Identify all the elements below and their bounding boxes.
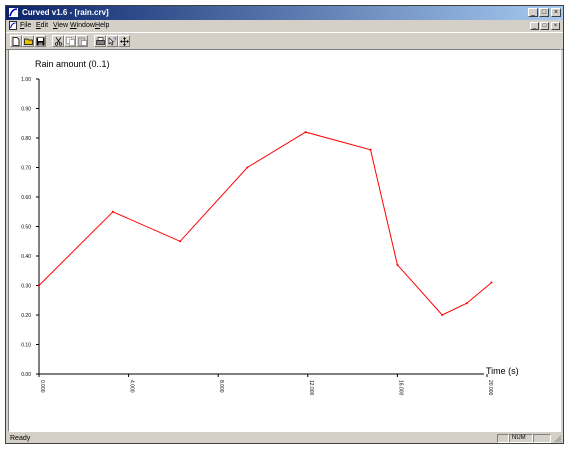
status-pane-caps xyxy=(497,434,509,443)
data-point xyxy=(490,281,493,284)
help-pointer-icon: ? xyxy=(108,37,117,46)
data-point xyxy=(111,210,114,213)
svg-text:?: ? xyxy=(114,38,117,44)
y-tick-label: 0.40 xyxy=(21,254,31,260)
cut-scissors-icon xyxy=(54,37,63,46)
maximize-button[interactable]: □ xyxy=(539,8,549,17)
rain-curve-chart[interactable]: Rain amount (0..1) Time (s) 0.00 0.10 0.20… xyxy=(9,50,560,431)
status-pane-num: NUM xyxy=(509,434,533,443)
title-bar[interactable]: Curved v1.6 - [rain.crv] _ □ × xyxy=(6,6,563,20)
data-point xyxy=(304,131,307,134)
x-tick-label: 20.000 xyxy=(487,380,493,396)
window-title: Curved v1.6 - [rain.crv] xyxy=(22,8,109,17)
minimize-button[interactable]: _ xyxy=(528,8,538,17)
close-button[interactable]: × xyxy=(551,8,561,17)
menu-view[interactable]: View xyxy=(53,22,68,29)
status-text: Ready xyxy=(10,435,31,442)
paste-icon xyxy=(78,37,87,46)
move-button[interactable] xyxy=(118,35,130,47)
menu-file[interactable]: File xyxy=(20,22,31,29)
status-pane-scroll xyxy=(533,434,551,443)
copy-button[interactable] xyxy=(64,35,76,47)
new-button[interactable] xyxy=(10,35,22,47)
y-tick-label: 0.70 xyxy=(21,166,31,172)
resize-grip-icon[interactable] xyxy=(554,435,562,443)
x-tick-label: 8.000 xyxy=(218,380,224,393)
data-point xyxy=(441,314,444,316)
x-tick-label: 0.000 xyxy=(39,380,45,393)
print-icon xyxy=(96,37,105,45)
move-crosshair-icon xyxy=(120,37,129,46)
print-button[interactable] xyxy=(94,35,106,47)
menu-file-rest: ile xyxy=(24,22,32,29)
menu-edit[interactable]: Edit xyxy=(36,22,48,29)
y-tick-label: 0.80 xyxy=(21,136,31,142)
y-tick-label: 0.50 xyxy=(21,225,31,231)
y-tick-label: 0.60 xyxy=(21,195,31,201)
data-point xyxy=(465,302,468,305)
save-disk-icon xyxy=(36,37,45,46)
save-button[interactable] xyxy=(34,35,46,47)
document-icon[interactable] xyxy=(9,21,17,30)
data-point xyxy=(369,148,372,151)
x-tick-label: 16.000 xyxy=(397,380,403,396)
data-point xyxy=(38,284,40,287)
y-tick-label: 1.00 xyxy=(21,77,31,83)
open-button[interactable] xyxy=(22,35,34,47)
data-point xyxy=(246,166,249,169)
data-point xyxy=(179,240,182,243)
x-tick-label: 4.000 xyxy=(129,380,135,393)
menu-bar: File Edit View Window Help _ □ × xyxy=(6,20,563,31)
x-axis-label: Time (s) xyxy=(486,366,519,376)
y-tick-label: 0.90 xyxy=(21,107,31,113)
menu-help[interactable]: Help xyxy=(95,22,109,29)
copy-icon xyxy=(66,37,75,46)
app-icon xyxy=(9,8,18,17)
y-tick-label: 0.20 xyxy=(21,313,31,319)
open-folder-icon xyxy=(24,38,33,45)
y-tick-label: 0.10 xyxy=(21,343,31,349)
y-axis-label: Rain amount (0..1) xyxy=(35,59,110,69)
app-window: Curved v1.6 - [rain.crv] _ □ × File Edit… xyxy=(5,5,564,444)
paste-button[interactable] xyxy=(76,35,88,47)
mdi-close-button[interactable]: × xyxy=(551,22,560,30)
cut-button[interactable] xyxy=(52,35,64,47)
mdi-minimize-button[interactable]: _ xyxy=(530,22,539,30)
toolbar: ? xyxy=(6,32,563,50)
status-bar: Ready NUM xyxy=(6,434,563,444)
x-tick-label: 12.000 xyxy=(308,380,314,396)
rain-series-line xyxy=(38,131,492,316)
y-tick-label: 0.00 xyxy=(21,372,31,378)
menu-window[interactable]: Window xyxy=(70,22,95,29)
new-file-icon xyxy=(12,37,20,46)
mdi-restore-button[interactable]: □ xyxy=(540,22,549,30)
chart-area[interactable]: Rain amount (0..1) Time (s) 0.00 0.10 0.20… xyxy=(8,49,561,432)
data-point xyxy=(396,263,399,266)
y-tick-label: 0.30 xyxy=(21,284,31,290)
help-button[interactable]: ? xyxy=(106,35,118,47)
